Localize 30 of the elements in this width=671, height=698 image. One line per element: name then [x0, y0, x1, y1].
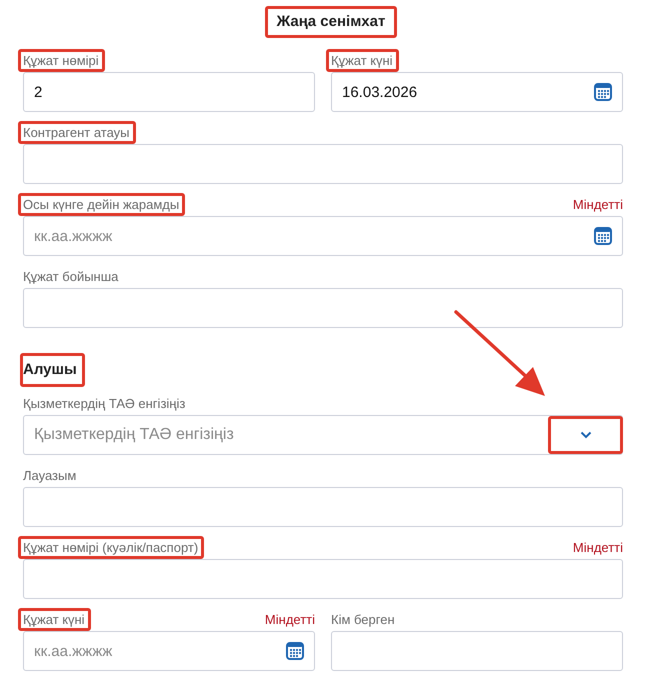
input-field[interactable]	[23, 559, 623, 599]
field-label: Құжат бойынша	[22, 268, 120, 286]
calendar-icon[interactable]	[594, 227, 612, 245]
input-field[interactable]	[331, 631, 623, 671]
input-field[interactable]: 2	[23, 72, 315, 112]
input-field[interactable]	[23, 487, 623, 527]
field-label: Контрагент атауы	[18, 120, 136, 144]
select-field[interactable]: Қызметкердің ТАӘ енгізіңіз	[23, 415, 623, 455]
required-note: Міндетті	[572, 196, 623, 212]
field-label: Қызметкердің ТАӘ енгізіңіз	[22, 394, 186, 413]
field-label: Құжат күні	[18, 608, 91, 630]
dropdown-toggle[interactable]	[548, 416, 623, 454]
calendar-icon[interactable]	[594, 83, 612, 101]
required-note: Міндетті	[572, 540, 623, 554]
section-heading: Алушы	[20, 353, 85, 387]
date-field[interactable]: 16.03.2026	[331, 72, 623, 112]
field-label: Құжат нөмірі (куәлік/паспорт)	[18, 536, 204, 558]
form-title: Жаңа сенімхат	[264, 6, 398, 38]
date-field[interactable]: кк.аа.жжжж	[23, 631, 315, 671]
field-label: Құжат нөмірі	[18, 48, 105, 72]
required-note: Міндетті	[264, 612, 315, 626]
chevron-down-icon	[580, 431, 592, 439]
calendar-icon[interactable]	[286, 642, 304, 660]
date-field[interactable]: кк.аа.жжжж	[23, 216, 623, 256]
field-label: Құжат күні	[326, 48, 399, 72]
input-field[interactable]	[23, 144, 623, 184]
field-label: Лауазым	[22, 466, 78, 485]
input-field[interactable]	[23, 288, 623, 328]
field-label: Осы күнге дейін жарамды	[18, 192, 186, 216]
field-label: Кім берген	[330, 610, 396, 629]
